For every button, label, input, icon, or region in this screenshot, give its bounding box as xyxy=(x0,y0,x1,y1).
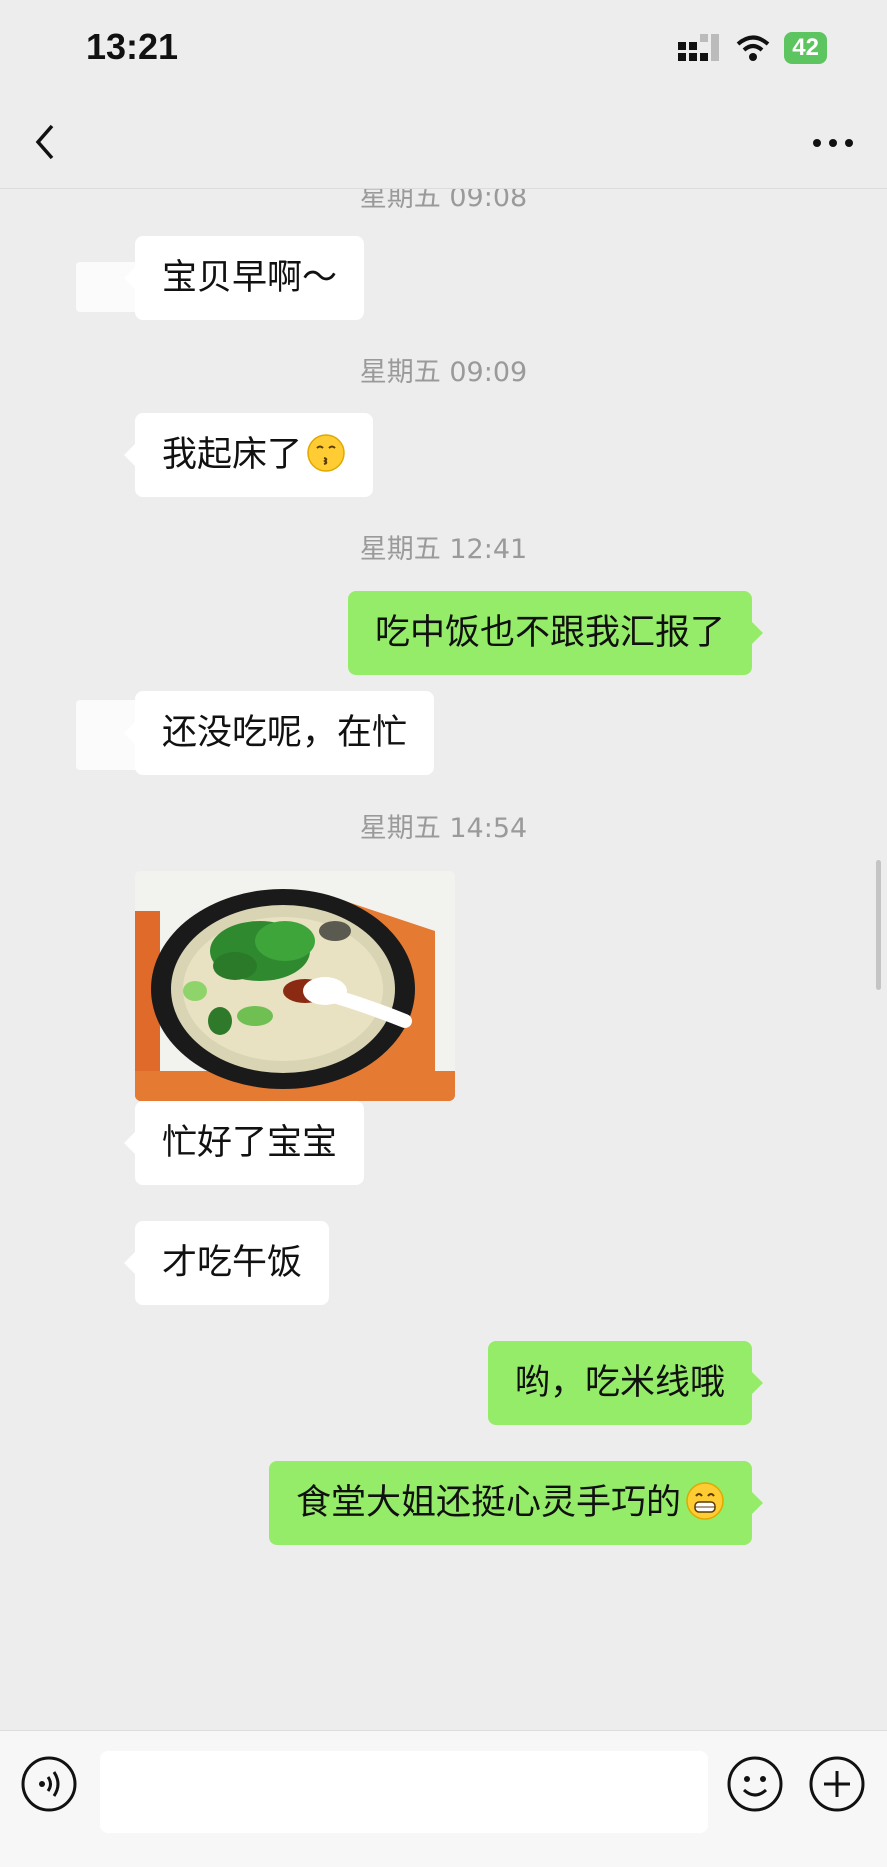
incoming-message[interactable]: 才吃午饭 xyxy=(123,1221,330,1305)
incoming-message[interactable]: 宝贝早啊～ xyxy=(123,236,365,320)
status-bar: 13:21 42 xyxy=(0,0,887,100)
input-bar xyxy=(0,1730,887,1867)
chat-messages[interactable]: 星期五 09:08 宝贝早啊～ 星期五 09:09 我起床了 星期五 12:41… xyxy=(0,189,887,1729)
emoji-icon[interactable] xyxy=(726,1755,784,1813)
message-text: 我起床了 xyxy=(162,435,303,475)
more-dots-icon[interactable] xyxy=(803,118,863,168)
incoming-message[interactable]: 还没吃呢，在忙 xyxy=(123,691,435,775)
wifi-icon xyxy=(736,35,770,61)
incoming-message[interactable]: 忙好了宝宝 xyxy=(123,1101,365,1185)
back-chevron-icon[interactable] xyxy=(28,118,78,168)
chat-navbar xyxy=(0,100,887,189)
status-time: 13:21 xyxy=(86,26,179,67)
status-icons: 42 xyxy=(678,32,827,64)
kissing-face-emoji xyxy=(307,434,345,472)
signal-icon xyxy=(678,34,720,61)
outgoing-message[interactable]: 哟，吃米线哦 xyxy=(487,1341,764,1425)
battery-indicator: 42 xyxy=(784,32,827,64)
plus-icon[interactable] xyxy=(808,1755,866,1813)
incoming-message[interactable]: 我起床了 xyxy=(123,413,374,497)
message-timestamp: 星期五 12:41 xyxy=(359,534,528,565)
message-timestamp: 星期五 14:54 xyxy=(359,813,528,844)
message-timestamp: 星期五 09:09 xyxy=(359,357,528,388)
grinning-face-emoji xyxy=(686,1482,724,1520)
message-input[interactable] xyxy=(100,1751,708,1833)
message-text: 食堂大姐还挺心灵手巧的 xyxy=(295,1483,681,1523)
outgoing-message[interactable]: 食堂大姐还挺心灵手巧的 xyxy=(268,1461,764,1545)
message-timestamp: 星期五 09:08 xyxy=(359,189,528,213)
voice-icon[interactable] xyxy=(20,1755,78,1813)
outgoing-message[interactable]: 吃中饭也不跟我汇报了 xyxy=(347,591,764,675)
rice-noodle-bowl-photo[interactable] xyxy=(135,871,455,1101)
scrollbar[interactable] xyxy=(876,860,881,990)
